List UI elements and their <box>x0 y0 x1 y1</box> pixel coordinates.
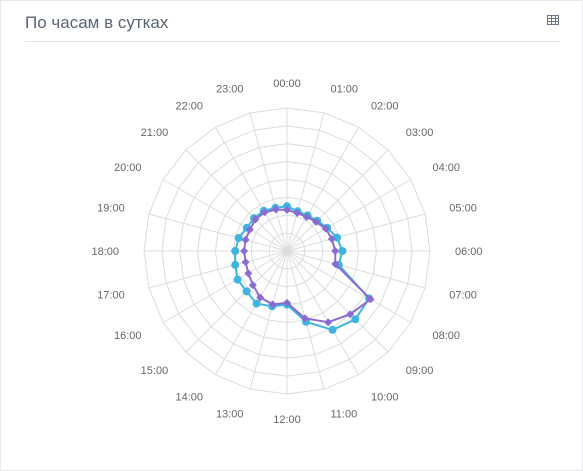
series-point <box>240 247 249 255</box>
hour-label: 08:00 <box>433 330 461 342</box>
series-point <box>252 299 261 308</box>
grid-spoke <box>162 250 288 323</box>
hour-label: 19:00 <box>97 203 125 215</box>
series-point <box>324 318 333 327</box>
hour-label: 01:00 <box>331 84 359 96</box>
series-point <box>338 247 347 255</box>
series-point <box>328 325 337 334</box>
grid-spoke <box>215 250 288 376</box>
hour-label: 05:00 <box>449 203 477 215</box>
grid-spoke <box>148 250 288 289</box>
hour-label: 03:00 <box>406 127 434 139</box>
hourly-chart-panel: По часам в сутках 00:00 01:00 02:00 03:00 04… <box>0 0 583 471</box>
hour-label: 10:00 <box>371 392 399 404</box>
grid-spoke <box>286 112 325 252</box>
hour-label: 15:00 <box>141 365 169 377</box>
hour-label: 17:00 <box>97 290 125 302</box>
series-point <box>244 269 253 278</box>
radar-chart: 00:00 01:00 02:00 03:00 04:00 05:00 06:00 07:00… <box>91 78 483 426</box>
grid-spoke <box>249 250 288 390</box>
grid-spoke <box>215 126 288 252</box>
series-point <box>233 275 242 284</box>
hour-label: 02:00 <box>371 101 399 113</box>
grid-spoke <box>148 213 288 252</box>
hour-label: 16:00 <box>114 330 142 342</box>
hour-label: 22:00 <box>175 101 203 113</box>
hour-label: 04:00 <box>433 162 461 174</box>
series-point <box>234 234 243 242</box>
hour-label: 21:00 <box>141 127 169 139</box>
hour-label: 06:00 <box>455 246 483 258</box>
hour-label: 23:00 <box>216 84 244 96</box>
hour-label: 07:00 <box>449 290 477 302</box>
grid-spoke <box>286 250 426 289</box>
series-point <box>242 287 251 296</box>
hour-label: 00:00 <box>273 78 301 90</box>
hour-label: 09:00 <box>406 365 434 377</box>
series-point <box>231 247 240 255</box>
hour-label: 12:00 <box>273 414 301 426</box>
hour-label: 11:00 <box>331 408 358 420</box>
series-point <box>241 258 250 267</box>
series-point <box>331 247 340 255</box>
series-point <box>231 260 240 269</box>
grid-spoke <box>162 179 288 252</box>
hour-label: 14:00 <box>175 392 203 404</box>
grid-spoke <box>249 112 288 252</box>
hour-label: 20:00 <box>114 162 142 174</box>
grid-spoke <box>286 126 359 252</box>
series-point <box>351 315 360 324</box>
series-point <box>241 235 250 244</box>
hour-label: 13:00 <box>216 408 244 420</box>
hour-label: 18:00 <box>91 246 119 258</box>
